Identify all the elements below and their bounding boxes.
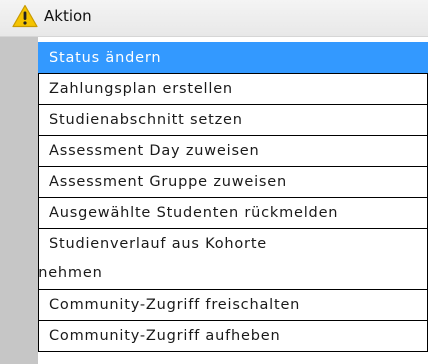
menu-item-label: Zahlungsplan erstellen (49, 81, 233, 97)
menu-item-zahlungsplan-erstellen[interactable]: Zahlungsplan erstellen (38, 73, 428, 105)
menu-item-community-freischalten[interactable]: Community-Zugriff freischalten (38, 289, 428, 321)
menu-item-label: Assessment Gruppe zuweisen (49, 174, 287, 190)
warning-icon (12, 4, 38, 28)
menu-item-label-line2: übernehmen (38, 265, 103, 281)
menu-item-label: Community-Zugriff freischalten (49, 297, 301, 313)
action-menu-panel: Aktion Status ändern Zahlungsplan erstel… (0, 0, 428, 364)
menu-item-label: Ausgewählte Studenten rückmelden (49, 205, 339, 221)
menu-item-label: Assessment Day zuweisen (49, 143, 260, 159)
menu-item-assessment-day-zuweisen[interactable]: Assessment Day zuweisen (38, 135, 428, 167)
menu-item-label: Community-Zugriff aufheben (49, 328, 281, 344)
menu-item-studienabschnitt-setzen[interactable]: Studienabschnitt setzen (38, 104, 428, 136)
menu-item-community-aufheben[interactable]: Community-Zugriff aufheben (38, 320, 428, 352)
menu-item-label: Status ändern (49, 50, 162, 66)
menu-item-studienverlauf-uebernehmen[interactable]: Studienverlauf aus Kohorte übernehmen (38, 228, 428, 290)
action-menu-list: Status ändern Zahlungsplan erstellen Stu… (38, 42, 428, 364)
menu-item-status-aendern[interactable]: Status ändern (38, 42, 428, 74)
menu-header-title: Aktion (44, 7, 92, 25)
menu-gutter (0, 37, 38, 364)
menu-item-assessment-gruppe-zuweisen[interactable]: Assessment Gruppe zuweisen (38, 166, 428, 198)
menu-header[interactable]: Aktion (0, 0, 428, 37)
menu-item-studenten-rueckmelden[interactable]: Ausgewählte Studenten rückmelden (38, 197, 428, 229)
menu-item-label-line1: Studienverlauf aus Kohorte (49, 236, 268, 252)
menu-item-label: Studienabschnitt setzen (49, 112, 243, 128)
